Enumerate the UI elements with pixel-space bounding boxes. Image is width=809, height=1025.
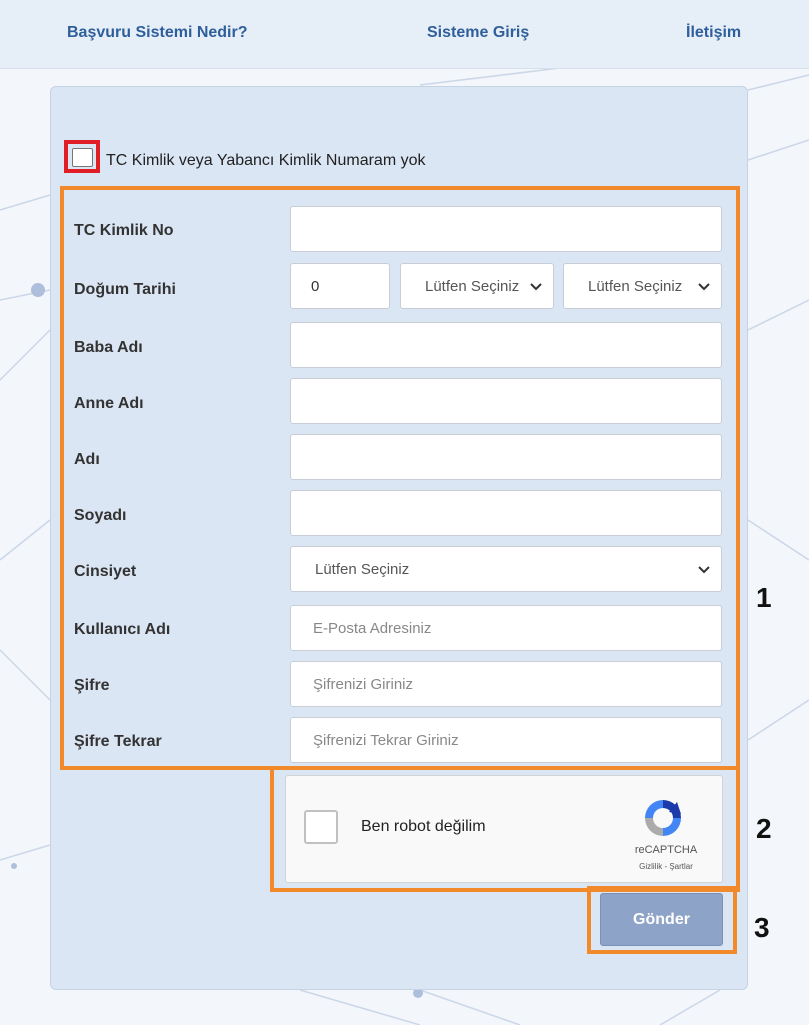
password-repeat-placeholder: Şifrenizi Tekrar Giriniz <box>313 731 459 749</box>
tc-label: TC Kimlik No <box>74 222 174 239</box>
chevron-down-icon <box>698 566 710 574</box>
surname-input[interactable] <box>290 490 722 536</box>
chevron-down-icon <box>530 283 542 291</box>
password-placeholder: Şifrenizi Giriniz <box>313 675 414 693</box>
dob-month-value: Lütfen Seçiniz <box>425 277 520 295</box>
dob-day-input[interactable]: 0 <box>290 263 390 309</box>
nav-link-contact[interactable]: İletişim <box>686 24 741 42</box>
recaptcha-label: Ben robot değilim <box>361 818 486 835</box>
submit-button[interactable]: Gönder <box>600 893 723 946</box>
mother-name-label: Anne Adı <box>74 395 144 412</box>
dob-month-select[interactable]: Lütfen Seçiniz <box>400 263 554 309</box>
chevron-down-icon <box>698 283 710 291</box>
password-label: Şifre <box>74 677 110 694</box>
annotation-number-3: 3 <box>754 912 770 943</box>
username-label: Kullanıcı Adı <box>74 621 171 638</box>
gender-select[interactable]: Lütfen Seçiniz <box>290 546 722 592</box>
password-repeat-label: Şifre Tekrar <box>74 733 162 750</box>
nav-link-about[interactable]: Başvuru Sistemi Nedir? <box>67 24 248 42</box>
first-name-label: Adı <box>74 451 100 468</box>
top-navigation: Başvuru Sistemi Nedir? Sisteme Giriş İle… <box>0 0 809 69</box>
recaptcha-brand: reCAPTCHA <box>634 844 698 856</box>
father-name-label: Baba Adı <box>74 339 143 356</box>
password-repeat-input[interactable]: Şifrenizi Tekrar Giriniz <box>290 717 722 763</box>
username-placeholder: E-Posta Adresiniz <box>313 619 432 637</box>
tc-input[interactable] <box>290 206 722 252</box>
recaptcha-widget: Ben robot değilim reCAPTCHA Gizlilik - Ş… <box>285 775 723 883</box>
dob-day-value: 0 <box>311 277 320 295</box>
annotation-number-2: 2 <box>756 813 772 844</box>
no-tc-checkbox-label: TC Kimlik veya Yabancı Kimlik Numaram yo… <box>106 152 426 169</box>
recaptcha-checkbox[interactable] <box>304 810 338 844</box>
dob-year-value: Lütfen Seçiniz <box>588 277 683 295</box>
no-tc-checkbox-highlight <box>64 140 100 173</box>
annotation-number-1: 1 <box>756 582 772 613</box>
password-input[interactable]: Şifrenizi Giriniz <box>290 661 722 707</box>
nav-link-login[interactable]: Sisteme Giriş <box>427 24 529 42</box>
no-tc-checkbox[interactable] <box>72 148 93 167</box>
dob-year-select[interactable]: Lütfen Seçiniz <box>563 263 722 309</box>
surname-label: Soyadı <box>74 507 127 524</box>
mother-name-input[interactable] <box>290 378 722 424</box>
dob-label: Doğum Tarihi <box>74 281 176 298</box>
gender-value: Lütfen Seçiniz <box>315 560 410 578</box>
gender-label: Cinsiyet <box>74 563 137 580</box>
recaptcha-links[interactable]: Gizlilik - Şartlar <box>616 862 716 871</box>
username-input[interactable]: E-Posta Adresiniz <box>290 605 722 651</box>
recaptcha-logo-icon <box>645 800 681 836</box>
father-name-input[interactable] <box>290 322 722 368</box>
first-name-input[interactable] <box>290 434 722 480</box>
